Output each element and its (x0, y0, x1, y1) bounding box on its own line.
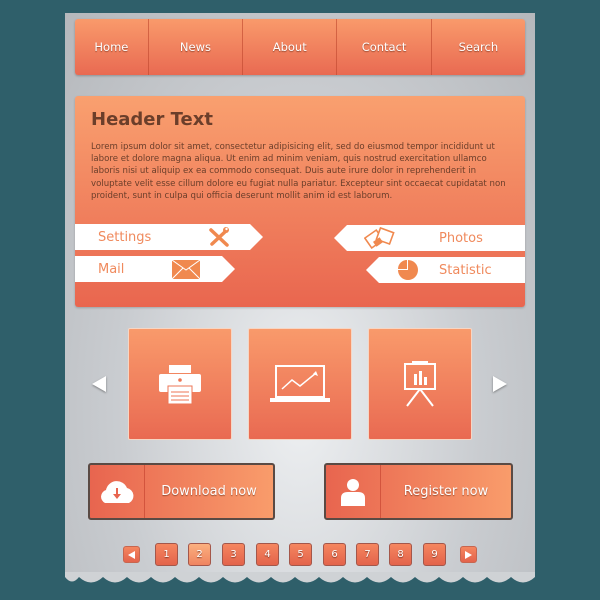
tile-printer[interactable] (128, 328, 232, 440)
tile-presentation[interactable] (368, 328, 472, 440)
statistic-link[interactable]: Statistic (366, 257, 525, 283)
cloud-download-icon (101, 480, 134, 503)
page-7[interactable]: 7 (356, 543, 379, 566)
header-body: Lorem ipsum dolor sit amet, consectetur … (91, 142, 506, 201)
page-prev-button[interactable] (123, 546, 140, 563)
page-4[interactable]: 4 (256, 543, 279, 566)
caret-right-icon (465, 550, 472, 559)
nav-search[interactable]: Search (432, 19, 525, 75)
user-icon (341, 478, 365, 506)
page-1[interactable]: 1 (155, 543, 178, 566)
carousel-prev-button[interactable] (92, 376, 106, 392)
page-9[interactable]: 9 (423, 543, 446, 566)
tag-arrow-right (222, 256, 235, 282)
nav-contact[interactable]: Contact (337, 19, 432, 75)
photos-icon (364, 227, 395, 249)
page-next-button[interactable] (460, 546, 477, 563)
register-icon-area (326, 465, 381, 518)
scalloped-edge (65, 572, 535, 583)
header-box: Header Text Lorem ipsum dolor sit amet, … (75, 96, 525, 307)
page-8[interactable]: 8 (389, 543, 412, 566)
tag-arrow-left (334, 225, 347, 251)
nav-about[interactable]: About (243, 19, 338, 75)
settings-label: Settings (98, 229, 152, 245)
tile-laptop-chart[interactable] (248, 328, 352, 440)
photos-link[interactable]: Photos (334, 225, 525, 251)
caret-left-icon (128, 550, 135, 559)
envelope-icon (172, 260, 200, 279)
mail-link[interactable]: Mail (75, 256, 235, 282)
header-title: Header Text (91, 109, 213, 130)
laptop-chart-icon (270, 365, 330, 402)
printer-icon (159, 365, 201, 405)
download-label: Download now (161, 484, 257, 499)
nav-home[interactable]: Home (75, 19, 149, 75)
presentation-board-icon (404, 361, 436, 407)
photos-label: Photos (439, 230, 483, 246)
download-button[interactable]: Download now (88, 463, 275, 520)
statistic-label: Statistic (439, 262, 492, 278)
register-label: Register now (403, 484, 489, 499)
wrench-screwdriver-icon (209, 227, 229, 247)
tag-arrow-right (250, 224, 263, 250)
page-2[interactable]: 2 (188, 543, 211, 566)
download-icon-area (90, 465, 145, 518)
page-5[interactable]: 5 (289, 543, 312, 566)
page-3[interactable]: 3 (222, 543, 245, 566)
mail-label: Mail (98, 261, 125, 277)
tag-arrow-left (366, 257, 379, 283)
main-nav: Home News About Contact Search (75, 19, 525, 75)
register-button[interactable]: Register now (324, 463, 513, 520)
page-6[interactable]: 6 (323, 543, 346, 566)
nav-news[interactable]: News (149, 19, 244, 75)
settings-link[interactable]: Settings (75, 224, 263, 250)
pie-chart-icon (398, 260, 418, 280)
carousel-next-button[interactable] (493, 376, 507, 392)
